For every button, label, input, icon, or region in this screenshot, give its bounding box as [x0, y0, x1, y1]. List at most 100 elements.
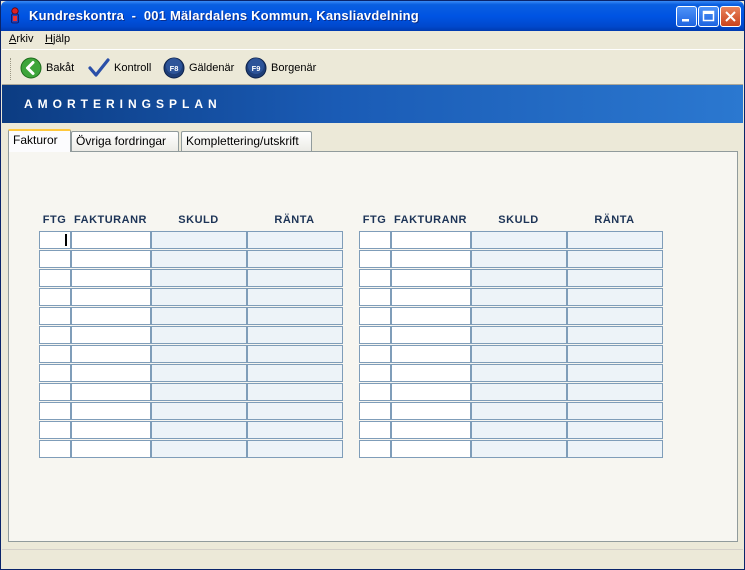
fakturanr-field[interactable]	[391, 250, 471, 268]
menu-hjalp[interactable]: Hjälp	[45, 33, 70, 45]
fakturanr-field[interactable]	[391, 402, 471, 420]
ranta-field[interactable]	[567, 307, 663, 325]
ranta-field[interactable]	[567, 383, 663, 401]
skuld-field[interactable]	[471, 231, 567, 249]
ftg-field[interactable]	[359, 383, 391, 401]
ranta-field[interactable]	[567, 231, 663, 249]
skuld-field[interactable]	[471, 383, 567, 401]
ranta-field[interactable]	[247, 383, 343, 401]
fakturanr-field[interactable]	[71, 402, 151, 420]
fakturanr-field[interactable]	[71, 250, 151, 268]
ranta-field[interactable]	[247, 269, 343, 287]
skuld-field[interactable]	[151, 288, 247, 306]
fakturanr-field[interactable]	[391, 421, 471, 439]
skuld-field[interactable]	[471, 345, 567, 363]
skuld-field[interactable]	[471, 269, 567, 287]
ranta-field[interactable]	[247, 364, 343, 382]
fakturanr-field[interactable]	[391, 269, 471, 287]
skuld-field[interactable]	[471, 307, 567, 325]
debtor-button[interactable]: F8 Gäldenär	[163, 56, 234, 80]
ranta-field[interactable]	[247, 231, 343, 249]
ranta-field[interactable]	[567, 288, 663, 306]
back-button[interactable]: Bakåt	[20, 56, 74, 80]
tab-ovriga-fordringar[interactable]: Övriga fordringar	[71, 131, 179, 151]
skuld-field[interactable]	[151, 231, 247, 249]
skuld-field[interactable]	[471, 326, 567, 344]
ftg-field[interactable]	[39, 421, 71, 439]
skuld-field[interactable]	[471, 421, 567, 439]
skuld-field[interactable]	[151, 383, 247, 401]
ranta-field[interactable]	[567, 269, 663, 287]
skuld-field[interactable]	[471, 402, 567, 420]
ftg-field[interactable]	[39, 440, 71, 458]
fakturanr-field[interactable]	[391, 231, 471, 249]
creditor-button[interactable]: F9 Borgenär	[245, 56, 316, 80]
fakturanr-field[interactable]	[71, 440, 151, 458]
ftg-field[interactable]	[359, 269, 391, 287]
ftg-field[interactable]	[359, 421, 391, 439]
ftg-field[interactable]	[39, 288, 71, 306]
ranta-field[interactable]	[567, 326, 663, 344]
ftg-field[interactable]	[39, 307, 71, 325]
ftg-field[interactable]	[359, 402, 391, 420]
ranta-field[interactable]	[247, 288, 343, 306]
ftg-field[interactable]	[359, 364, 391, 382]
fakturanr-field[interactable]	[71, 364, 151, 382]
fakturanr-field[interactable]	[71, 326, 151, 344]
ftg-field[interactable]	[359, 288, 391, 306]
fakturanr-field[interactable]	[71, 345, 151, 363]
ranta-field[interactable]	[247, 307, 343, 325]
ftg-field[interactable]	[39, 326, 71, 344]
menu-arkiv[interactable]: Arkiv	[9, 33, 33, 45]
fakturanr-field[interactable]	[71, 231, 151, 249]
ranta-field[interactable]	[567, 345, 663, 363]
ranta-field[interactable]	[247, 345, 343, 363]
skuld-field[interactable]	[151, 364, 247, 382]
ranta-field[interactable]	[567, 440, 663, 458]
ftg-field[interactable]	[39, 231, 71, 249]
skuld-field[interactable]	[151, 345, 247, 363]
ftg-field[interactable]	[39, 383, 71, 401]
ranta-field[interactable]	[247, 440, 343, 458]
skuld-field[interactable]	[151, 421, 247, 439]
close-button[interactable]	[720, 6, 741, 27]
ranta-field[interactable]	[247, 402, 343, 420]
ranta-field[interactable]	[247, 421, 343, 439]
skuld-field[interactable]	[151, 440, 247, 458]
tab-fakturor[interactable]: Fakturor	[8, 129, 71, 152]
ftg-field[interactable]	[359, 250, 391, 268]
fakturanr-field[interactable]	[391, 288, 471, 306]
skuld-field[interactable]	[151, 250, 247, 268]
fakturanr-field[interactable]	[391, 326, 471, 344]
skuld-field[interactable]	[471, 440, 567, 458]
ftg-field[interactable]	[359, 440, 391, 458]
toolbar-grip[interactable]	[10, 58, 13, 80]
skuld-field[interactable]	[151, 307, 247, 325]
ftg-field[interactable]	[39, 345, 71, 363]
fakturanr-field[interactable]	[71, 288, 151, 306]
ranta-field[interactable]	[247, 326, 343, 344]
skuld-field[interactable]	[151, 402, 247, 420]
ranta-field[interactable]	[567, 364, 663, 382]
skuld-field[interactable]	[471, 364, 567, 382]
ftg-field[interactable]	[39, 364, 71, 382]
skuld-field[interactable]	[471, 288, 567, 306]
ftg-field[interactable]	[359, 231, 391, 249]
fakturanr-field[interactable]	[71, 269, 151, 287]
title-bar[interactable]: Kundreskontra - 001 Mälardalens Kommun, …	[1, 1, 744, 31]
skuld-field[interactable]	[151, 269, 247, 287]
skuld-field[interactable]	[471, 250, 567, 268]
fakturanr-field[interactable]	[391, 383, 471, 401]
ranta-field[interactable]	[567, 402, 663, 420]
fakturanr-field[interactable]	[71, 421, 151, 439]
control-button[interactable]: Kontroll	[88, 56, 151, 80]
ftg-field[interactable]	[359, 345, 391, 363]
ftg-field[interactable]	[359, 326, 391, 344]
fakturanr-field[interactable]	[391, 440, 471, 458]
ftg-field[interactable]	[39, 402, 71, 420]
maximize-button[interactable]	[698, 6, 719, 27]
fakturanr-field[interactable]	[391, 307, 471, 325]
skuld-field[interactable]	[151, 326, 247, 344]
tab-komplettering-utskrift[interactable]: Komplettering/utskrift	[181, 131, 312, 151]
fakturanr-field[interactable]	[391, 345, 471, 363]
